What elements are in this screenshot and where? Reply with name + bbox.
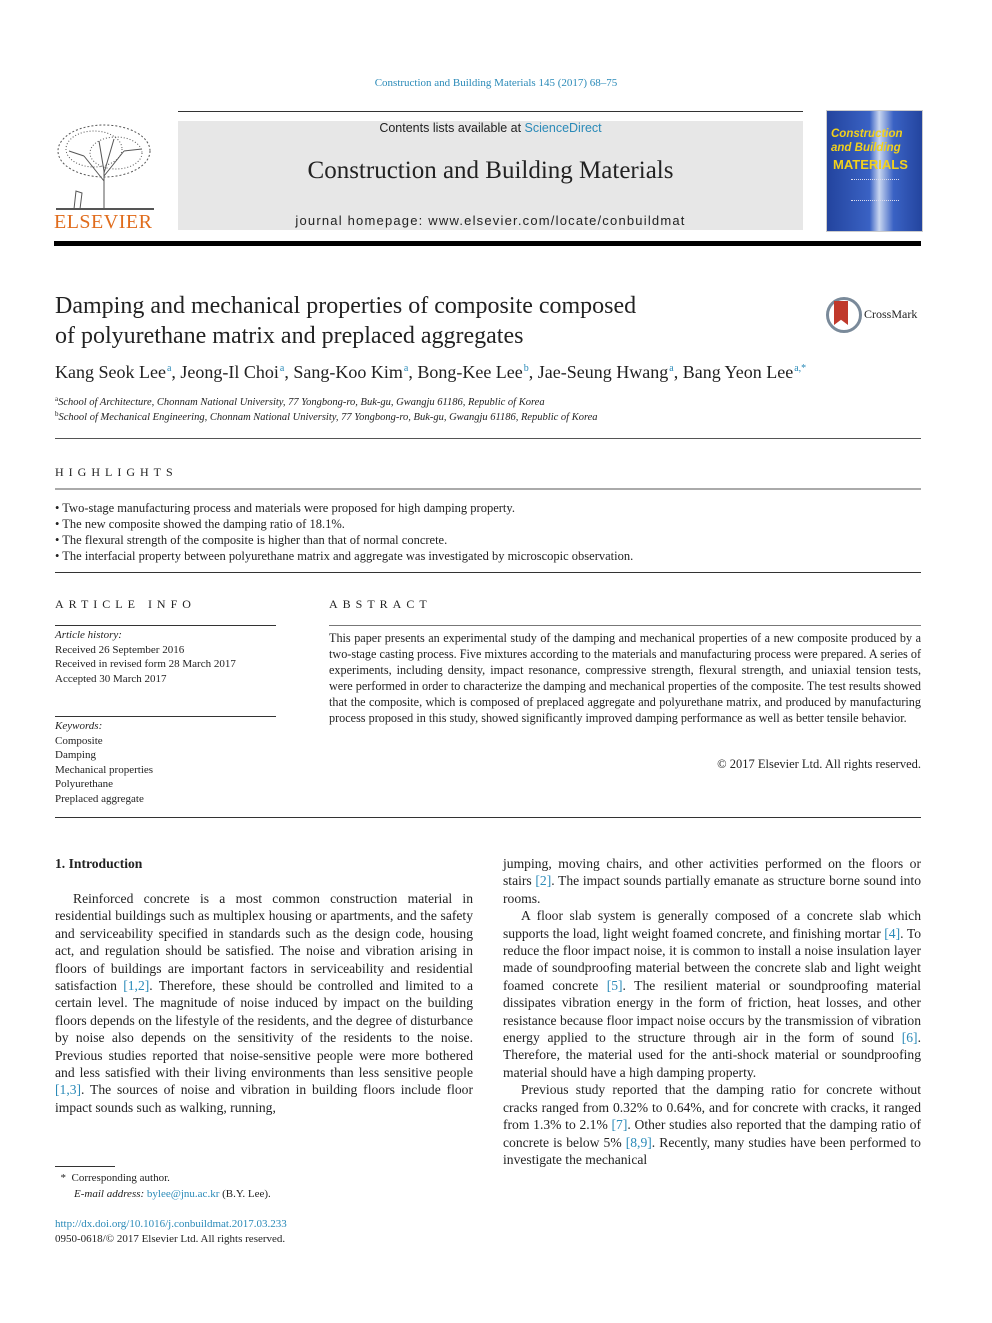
author[interactable]: Bong-Kee Leeb xyxy=(417,362,528,382)
author[interactable]: Kang Seok Leea xyxy=(55,362,171,382)
citation-link[interactable]: [7] xyxy=(612,1117,628,1132)
article-info-heading: ARTICLE INFO xyxy=(55,597,196,611)
email-link[interactable]: bylee@jnu.ac.kr xyxy=(147,1188,219,1200)
body-column-left: Reinforced concrete is a most common con… xyxy=(55,890,473,1116)
keyword: Damping xyxy=(55,749,96,761)
paragraph: A floor slab system is generally compose… xyxy=(503,908,921,1080)
history-item: Accepted 30 March 2017 xyxy=(55,672,167,685)
article-title: Damping and mechanical properties of com… xyxy=(55,293,637,349)
author[interactable]: Jae-Seung Hwanga xyxy=(538,362,674,382)
section-heading-introduction: 1. Introduction xyxy=(55,856,143,871)
sciencedirect-link[interactable]: ScienceDirect xyxy=(525,121,602,135)
cover-title: Construction and Building xyxy=(831,128,903,154)
citation-link[interactable]: [1,2] xyxy=(123,978,149,993)
divider xyxy=(329,625,921,626)
footnote-rule xyxy=(55,1166,115,1167)
divider xyxy=(55,488,921,490)
header-rule xyxy=(178,111,803,112)
highlight-item: • The interfacial property between polyu… xyxy=(55,549,634,563)
author-list: Kang Seok Leea, Jeong-Il Choia, Sang-Koo… xyxy=(55,362,807,382)
abstract-heading: ABSTRACT xyxy=(329,597,432,611)
author[interactable]: Sang-Koo Kima xyxy=(293,362,408,382)
keyword: Composite xyxy=(55,734,103,747)
abstract-copyright: © 2017 Elsevier Ltd. All rights reserved… xyxy=(717,757,921,771)
running-head[interactable]: Construction and Building Materials 145 … xyxy=(0,77,992,89)
divider xyxy=(55,572,921,573)
abstract-text: This paper presents an experimental stud… xyxy=(329,631,921,725)
citation-link[interactable]: [6] xyxy=(902,1030,918,1045)
divider xyxy=(55,817,921,818)
contents-prefix: Contents lists available at xyxy=(379,121,525,135)
email-note: E-mail address: bylee@jnu.ac.kr (B.Y. Le… xyxy=(74,1188,271,1200)
keyword: Polyurethane xyxy=(55,778,114,790)
keyword: Preplaced aggregate xyxy=(55,792,144,805)
citation-link[interactable]: [5] xyxy=(607,978,623,993)
highlight-item: • The new composite showed the damping r… xyxy=(55,517,345,531)
masthead-rule xyxy=(54,241,921,246)
issn-copyright: 0950-0618/© 2017 Elsevier Ltd. All right… xyxy=(55,1233,286,1245)
highlights-heading: HIGHLIGHTS xyxy=(55,465,178,479)
history-item: Received in revised form 28 March 2017 xyxy=(55,658,236,670)
divider xyxy=(55,716,276,717)
body-column-right: jumping, moving chairs, and other activi… xyxy=(503,855,921,1168)
divider xyxy=(55,625,276,626)
keywords: Keywords: Composite Damping Mechanical p… xyxy=(55,720,154,805)
affiliation: aSchool of Architecture, Chonnam Nationa… xyxy=(55,395,545,408)
journal-homepage[interactable]: journal homepage: www.elsevier.com/locat… xyxy=(178,213,803,228)
history-item: Received 26 September 2016 xyxy=(55,643,185,656)
highlights-list: • Two-stage manufacturing process and ma… xyxy=(55,500,633,564)
citation-link[interactable]: [4] xyxy=(884,926,900,941)
crossmark-button[interactable]: CrossMark xyxy=(826,297,936,335)
affiliation: bSchool of Mechanical Engineering, Chonn… xyxy=(55,410,598,423)
journal-cover-image[interactable]: Construction and Building MATERIALS xyxy=(826,110,923,232)
cover-subtitle xyxy=(851,179,899,201)
citation-link[interactable]: [8,9] xyxy=(626,1135,652,1150)
journal-banner: Contents lists available at ScienceDirec… xyxy=(178,121,803,230)
journal-title: Construction and Building Materials xyxy=(307,157,674,184)
cover-title-materials: MATERIALS xyxy=(833,157,908,172)
highlight-item: • The flexural strength of the composite… xyxy=(55,533,448,547)
paragraph: jumping, moving chairs, and other activi… xyxy=(503,856,921,906)
article-history: Article history: Received 26 September 2… xyxy=(55,629,236,685)
elsevier-wordmark: ELSEVIER xyxy=(54,211,153,233)
citation-link[interactable]: [2] xyxy=(535,873,551,888)
highlight-item: • Two-stage manufacturing process and ma… xyxy=(55,501,515,515)
paragraph: Reinforced concrete is a most common con… xyxy=(55,891,473,1115)
doi-block: http://dx.doi.org/10.1016/j.conbuildmat.… xyxy=(55,1217,287,1247)
citation-link[interactable]: [1,3] xyxy=(55,1082,81,1097)
author[interactable]: Bang Yeon Leea,* xyxy=(683,362,806,382)
divider xyxy=(55,438,921,439)
paragraph: Previous study reported that the damping… xyxy=(503,1082,921,1167)
contents-line: Contents lists available at ScienceDirec… xyxy=(178,121,803,135)
footnote: * Corresponding author. E-mail address: … xyxy=(55,1170,271,1202)
crossmark-label: CrossMark xyxy=(864,307,918,321)
keyword: Mechanical properties xyxy=(55,763,154,776)
doi-link[interactable]: http://dx.doi.org/10.1016/j.conbuildmat.… xyxy=(55,1217,287,1232)
corresponding-author-note: * Corresponding author. xyxy=(60,1172,170,1184)
author[interactable]: Jeong-Il Choia xyxy=(180,362,284,382)
